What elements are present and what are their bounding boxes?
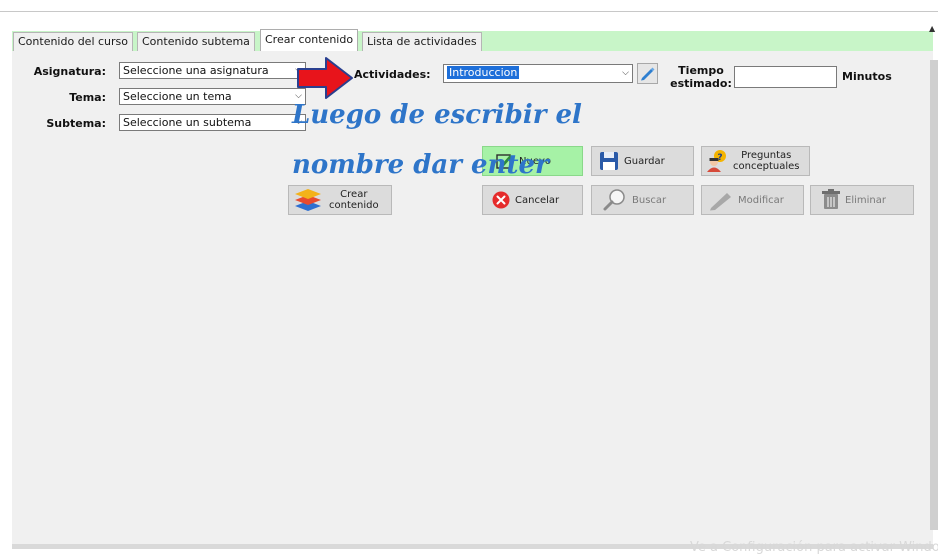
cancelar-button-label: Cancelar: [515, 194, 560, 206]
tab-contenido-subtema[interactable]: Contenido subtema: [137, 32, 255, 51]
preguntas-conceptuales-button[interactable]: ? Preguntas conceptuales: [701, 146, 810, 176]
cancelar-button[interactable]: Cancelar: [482, 185, 583, 215]
instruction-overlay-line2: nombre dar enter: [292, 150, 549, 180]
preguntas-label-line1: Preguntas: [741, 150, 792, 161]
asignatura-select-value: Seleccione una asignatura: [123, 64, 269, 77]
window-top-border: [0, 11, 938, 12]
chevron-down-icon: ⌵: [622, 68, 629, 78]
tab-contenido-del-curso[interactable]: Contenido del curso: [13, 32, 134, 51]
crear-contenido-button-label: Crear contenido: [329, 189, 379, 211]
preguntas-button-label: Preguntas conceptuales: [733, 150, 799, 172]
crear-label-line1: Crear: [340, 189, 368, 200]
tab-crear-contenido[interactable]: Crear contenido: [260, 29, 359, 51]
tema-select[interactable]: Seleccione un tema ⌵: [119, 88, 306, 105]
actividades-combo[interactable]: Introduccion ⌵: [443, 64, 633, 83]
tiempo-label-line1: Tiempo: [678, 64, 724, 77]
tiempo-label-line2: estimado:: [670, 77, 732, 90]
application-window: Contenido del curso Contenido subtema Cr…: [0, 0, 938, 555]
search-magnifier-icon: [603, 189, 625, 211]
tema-select-value: Seleccione un tema: [123, 90, 232, 103]
tema-label: Tema:: [69, 91, 106, 104]
guardar-button[interactable]: Guardar: [591, 146, 694, 176]
buscar-button[interactable]: Buscar: [591, 185, 694, 215]
save-disk-icon: [600, 152, 618, 170]
pencil-icon: [641, 67, 655, 81]
eliminar-button[interactable]: Eliminar: [810, 185, 914, 215]
modificar-button-label: Modificar: [738, 194, 784, 206]
windows-activation-watermark: Ve a Configuración para activar Windows: [690, 540, 938, 555]
pencil-icon: [710, 193, 731, 211]
subtema-select[interactable]: Seleccione un subtema ⌵: [119, 114, 306, 131]
crear-contenido-button[interactable]: Crear contenido: [288, 185, 392, 215]
guardar-button-label: Guardar: [624, 155, 665, 167]
question-person-icon: ?: [707, 150, 726, 172]
minutos-label: Minutos: [842, 70, 892, 83]
tiempo-estimado-label: Tiempo estimado:: [668, 64, 734, 90]
tiempo-estimado-input[interactable]: [734, 66, 837, 88]
vertical-scrollbar[interactable]: [930, 60, 938, 530]
actividades-label: Actividades:: [354, 68, 431, 81]
subtema-label: Subtema:: [46, 117, 106, 130]
layers-icon: [295, 189, 321, 211]
asignatura-select[interactable]: Seleccione una asignatura ⌵: [119, 62, 306, 79]
actividades-input-value: Introduccion: [447, 66, 520, 79]
red-arrow-icon: [297, 57, 353, 99]
crear-label-line2: contenido: [329, 200, 379, 211]
cancel-x-icon: [492, 191, 510, 209]
instruction-overlay-line1: Luego de escribir el: [292, 100, 582, 130]
buscar-button-label: Buscar: [632, 194, 667, 206]
modificar-button[interactable]: Modificar: [701, 185, 804, 215]
tab-lista-de-actividades[interactable]: Lista de actividades: [362, 32, 482, 51]
subtema-select-value: Seleccione un subtema: [123, 116, 252, 129]
asignatura-label: Asignatura:: [33, 65, 106, 78]
scroll-up-icon[interactable]: ▲: [929, 24, 935, 33]
eliminar-button-label: Eliminar: [845, 194, 886, 206]
preguntas-label-line2: conceptuales: [733, 161, 800, 172]
edit-activity-button[interactable]: [637, 63, 658, 84]
trash-icon: [822, 189, 840, 209]
